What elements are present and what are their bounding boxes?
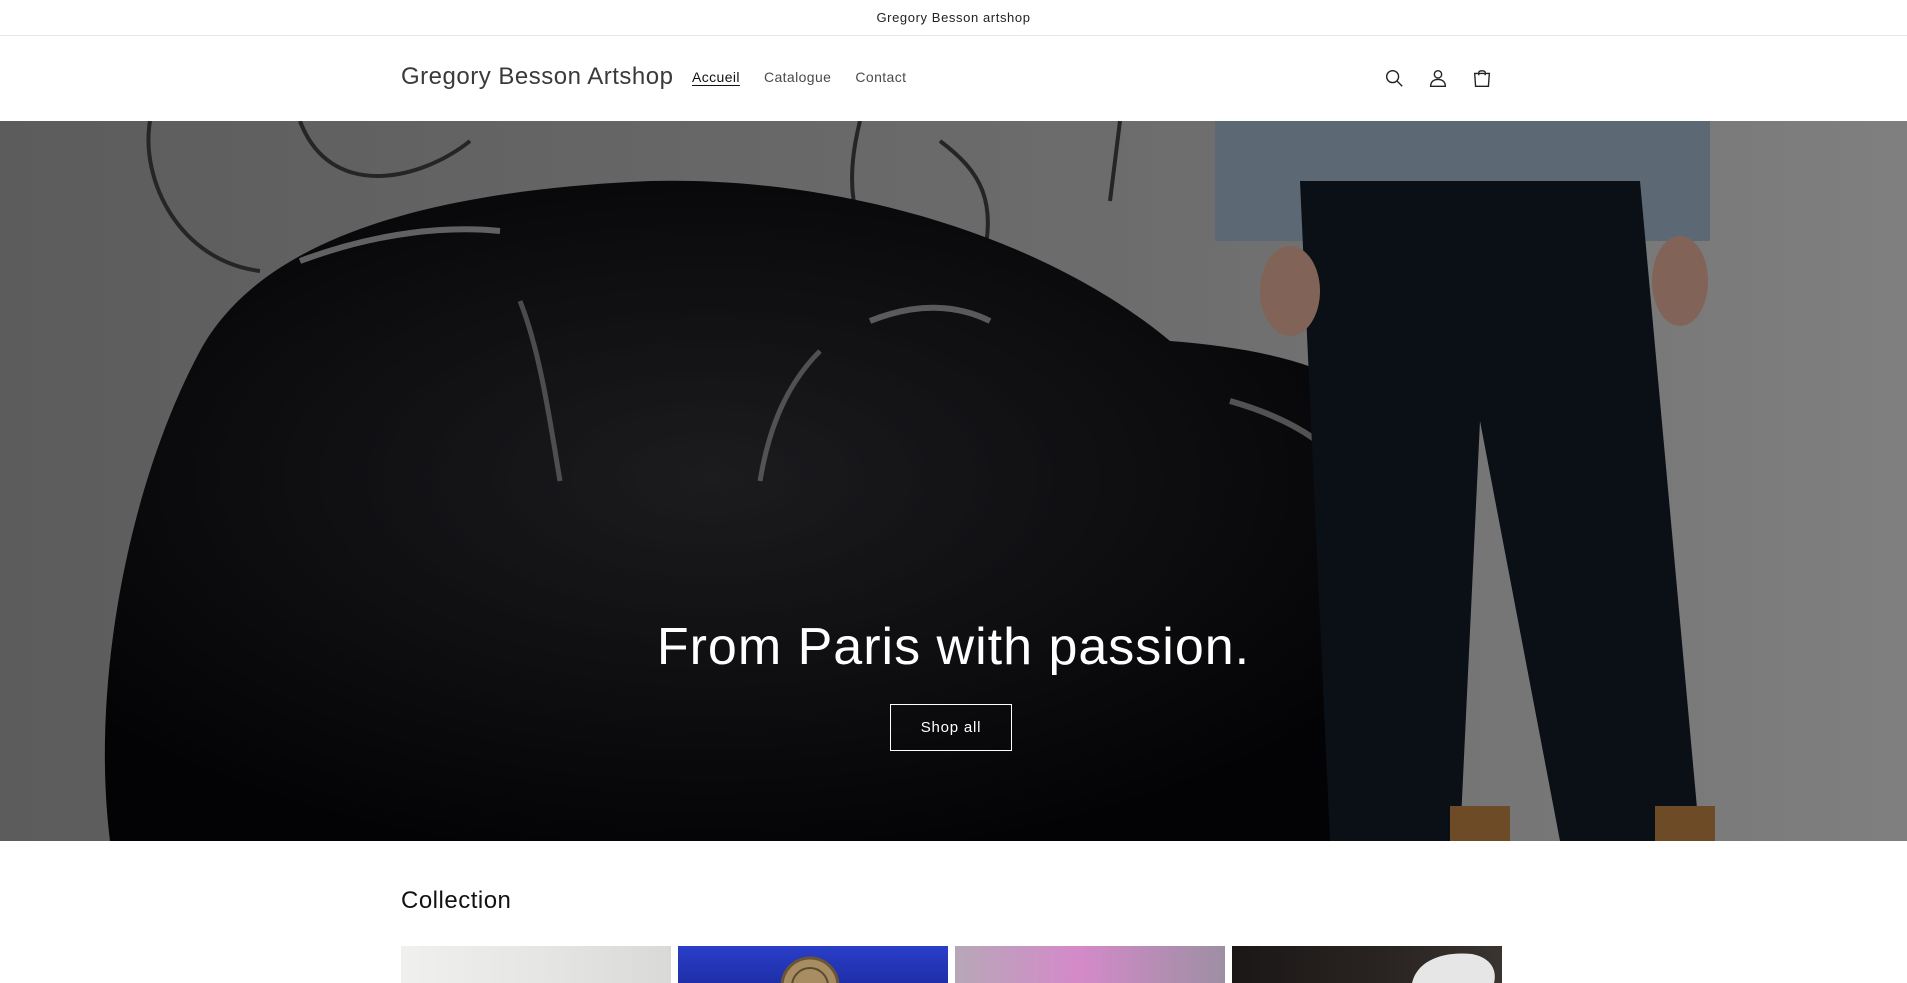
collection-card[interactable] [955,946,1225,983]
brand-logo-link[interactable]: Gregory Besson Artshop [401,63,673,91]
collection-card[interactable] [678,946,948,983]
hero-heading: From Paris with passion. [656,618,1251,676]
account-button[interactable] [1424,63,1452,93]
search-button[interactable] [1380,63,1408,93]
account-icon [1429,69,1447,87]
shop-all-button[interactable]: Shop all [890,704,1012,751]
sculpture-image [1412,953,1495,983]
main-nav: Accueil Catalogue Contact [692,69,930,85]
hero-banner: From Paris with passion. Shop all [0,121,1907,841]
announcement-bar: Gregory Besson artshop [0,0,1907,36]
nav-item-accueil[interactable]: Accueil [692,69,740,85]
cart-icon [1473,70,1491,87]
announcement-text: Gregory Besson artshop [876,10,1031,25]
collection-card[interactable] [1232,946,1502,983]
collection-grid [401,946,1502,983]
collection-card[interactable] [401,946,671,983]
medallion-image [780,956,840,983]
header-icons [1380,63,1496,93]
search-icon [1385,69,1403,87]
site-header: Gregory Besson Artshop Accueil Catalogue… [0,36,1907,121]
collection-title: Collection [401,887,512,914]
cart-button[interactable] [1468,63,1496,93]
nav-item-catalogue[interactable]: Catalogue [764,69,831,85]
nav-item-contact[interactable]: Contact [855,69,906,85]
